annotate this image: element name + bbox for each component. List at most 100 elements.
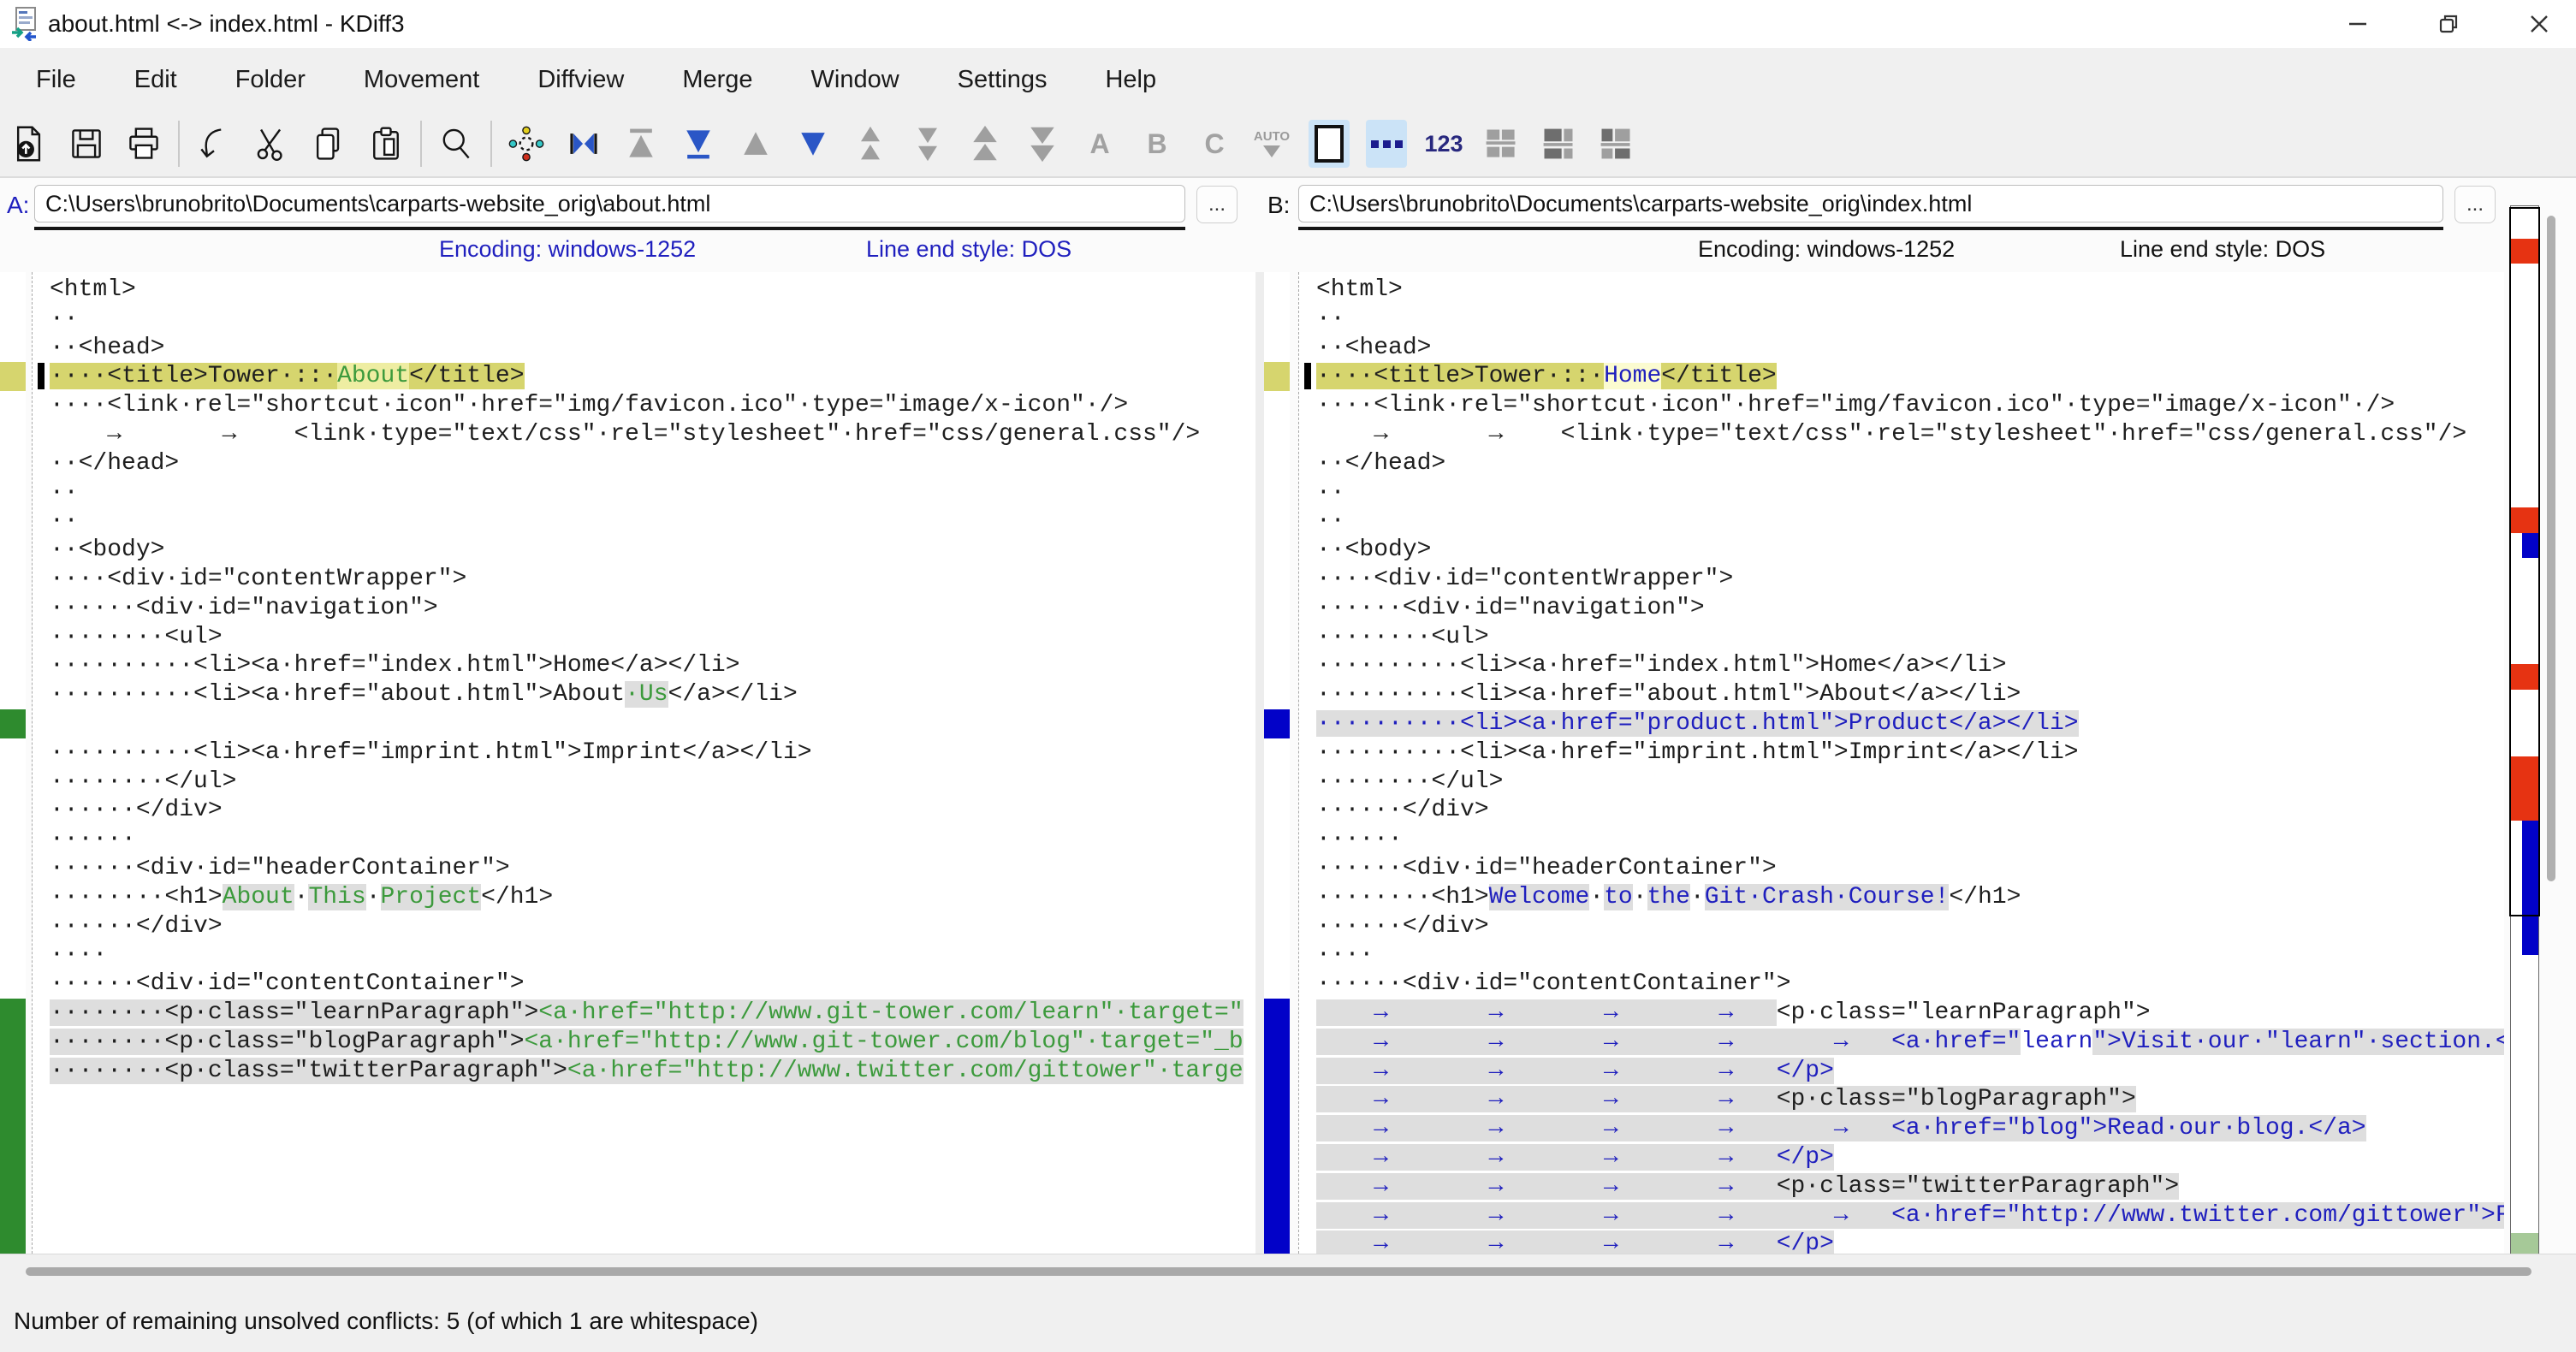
show-whitespace-button[interactable] bbox=[1366, 120, 1407, 168]
goto-next-unsolved-conflict-button[interactable] bbox=[1022, 120, 1063, 168]
pane-a-browse-button[interactable]: ... bbox=[1196, 186, 1238, 223]
code-line: ·· bbox=[33, 507, 1256, 536]
diff-margin-mark-blue bbox=[1264, 999, 1290, 1254]
pane-b-path-input[interactable] bbox=[1298, 185, 2443, 222]
restore-button[interactable] bbox=[2429, 4, 2468, 44]
code-line: ········<h1>About·This·Project</h1> bbox=[33, 883, 1256, 912]
show-whitespace-chars-icon bbox=[1315, 125, 1344, 163]
goto-next-delta-button[interactable] bbox=[792, 120, 834, 168]
goto-prev-conflict-button[interactable] bbox=[850, 120, 891, 168]
code-line: ······<div·id="contentContainer"> bbox=[1299, 970, 2505, 999]
select-line-a-button[interactable]: A bbox=[1079, 120, 1120, 168]
show-line-numbers-button[interactable]: 123 bbox=[1423, 120, 1464, 168]
code-line: ······<div·id="contentContainer"> bbox=[33, 970, 1256, 999]
auto-advance-button[interactable]: AUTO bbox=[1251, 120, 1292, 168]
code-line bbox=[33, 709, 1256, 738]
menu-item-movement[interactable]: Movement bbox=[335, 66, 508, 94]
print-button[interactable] bbox=[123, 120, 164, 168]
save-file-button[interactable] bbox=[66, 120, 107, 168]
goto-next-conflict-icon bbox=[909, 125, 947, 163]
code-line: → → → → → <a·href="http://www.twitter.co… bbox=[1299, 1201, 2505, 1230]
code-line: ·· bbox=[1299, 305, 2505, 334]
code-line: ········<h1>Welcome·to·the·Git·Crash·Cou… bbox=[1299, 883, 2505, 912]
code-line: → → <link·type="text/css"·rel="styleshee… bbox=[1299, 420, 2505, 449]
reload-diff-button[interactable] bbox=[506, 120, 547, 168]
code-line: → → → → → <a·href="learn">Visit·our·"lea… bbox=[1299, 1028, 2505, 1057]
find-button[interactable] bbox=[436, 120, 477, 168]
menu-item-folder[interactable]: Folder bbox=[206, 66, 335, 94]
pane-b-diff-margin bbox=[1264, 272, 1290, 1254]
diff-margin-mark-blue bbox=[1264, 709, 1290, 738]
code-line: <html> bbox=[33, 276, 1256, 305]
pane-a-line-end-style: Line end style: DOS bbox=[866, 236, 1071, 263]
undo-button[interactable] bbox=[193, 120, 234, 168]
pane-splitter[interactable] bbox=[1255, 272, 1264, 1254]
split-view-2-button[interactable] bbox=[1538, 120, 1579, 168]
pane-a-encoding: Encoding: windows-1252 bbox=[439, 236, 696, 263]
select-line-b-button[interactable]: B bbox=[1137, 120, 1178, 168]
save-file-icon bbox=[68, 125, 105, 163]
copy-button[interactable] bbox=[308, 120, 349, 168]
minimize-button[interactable] bbox=[2338, 4, 2377, 44]
select-line-c-button[interactable]: C bbox=[1194, 120, 1235, 168]
diff-margin-mark-yellow bbox=[0, 362, 26, 391]
open-file-button[interactable] bbox=[9, 120, 50, 168]
code-line: ··</head> bbox=[33, 449, 1256, 478]
show-whitespace-chars-button[interactable] bbox=[1309, 120, 1350, 168]
goto-prev-delta-button[interactable] bbox=[735, 120, 776, 168]
menu-item-file[interactable]: File bbox=[7, 66, 105, 94]
pane-a-header: A: ... Encoding: windows-1252 Line end s… bbox=[0, 180, 1255, 272]
text-cursor bbox=[38, 363, 45, 389]
menu-item-window[interactable]: Window bbox=[782, 66, 929, 94]
pane-a-path-input[interactable] bbox=[34, 185, 1185, 222]
menu-item-merge[interactable]: Merge bbox=[653, 66, 781, 94]
status-text: Number of remaining unsolved conflicts: … bbox=[14, 1308, 758, 1335]
pane-a-code-area[interactable]: <html>····<head>····<title>Tower·::·Abou… bbox=[32, 272, 1256, 1254]
goto-prev-unsolved-conflict-button[interactable] bbox=[965, 120, 1006, 168]
toolbar-separator bbox=[490, 121, 492, 167]
code-line: ···· bbox=[33, 940, 1256, 970]
overview-block-green bbox=[2511, 1233, 2538, 1254]
bottom-bar: Number of remaining unsolved conflicts: … bbox=[0, 1254, 2576, 1352]
code-line: ······ bbox=[33, 825, 1256, 854]
goto-prev-unsolved-conflict-icon bbox=[966, 125, 1004, 163]
cut-button[interactable] bbox=[251, 120, 292, 168]
code-line: ········</ul> bbox=[1299, 768, 2505, 797]
goto-next-conflict-button[interactable] bbox=[907, 120, 948, 168]
code-line: → → → → <p·class="learnParagraph"> bbox=[1299, 999, 2505, 1028]
code-line: ··<body> bbox=[1299, 536, 2505, 565]
window-controls bbox=[2338, 0, 2559, 48]
goto-current-delta-button[interactable] bbox=[563, 120, 604, 168]
restore-icon bbox=[2437, 13, 2460, 35]
toolbar: ABC AUTO 123 bbox=[0, 111, 2576, 178]
code-line: ········<ul> bbox=[1299, 623, 2505, 652]
window-title: about.html <-> index.html - KDiff3 bbox=[48, 10, 405, 38]
menu-item-edit[interactable]: Edit bbox=[105, 66, 206, 94]
split-view-1-button[interactable] bbox=[1481, 120, 1522, 168]
split-view-3-button[interactable] bbox=[1595, 120, 1636, 168]
reload-diff-icon bbox=[507, 125, 545, 163]
code-line: ·· bbox=[33, 305, 1256, 334]
vertical-scrollbar[interactable] bbox=[2547, 216, 2555, 881]
code-line: ··········<li><a·href="imprint.html">Imp… bbox=[1299, 738, 2505, 768]
menu-item-help[interactable]: Help bbox=[1076, 66, 1185, 94]
pane-a-label: A: bbox=[7, 192, 29, 219]
split-view-3-icon bbox=[1597, 125, 1635, 163]
menu-item-settings[interactable]: Settings bbox=[929, 66, 1077, 94]
horizontal-scrollbar[interactable] bbox=[26, 1267, 2531, 1276]
paste-button[interactable] bbox=[365, 120, 407, 168]
close-button[interactable] bbox=[2520, 4, 2559, 44]
pane-a-underline bbox=[34, 227, 1185, 230]
pane-b-browse-button[interactable]: ... bbox=[2454, 186, 2496, 223]
pane-b-code-area[interactable]: <html>····<head>····<title>Tower·::·Home… bbox=[1298, 272, 2505, 1254]
code-line: ······<div·id="navigation"> bbox=[33, 594, 1256, 623]
goto-last-delta-button[interactable] bbox=[678, 120, 719, 168]
code-line: ······<div·id="headerContainer"> bbox=[1299, 854, 2505, 883]
goto-first-delta-icon bbox=[622, 125, 660, 163]
menu-item-diffview[interactable]: Diffview bbox=[508, 66, 653, 94]
split-view-2-icon bbox=[1540, 125, 1577, 163]
code-line: ······<div·id="navigation"> bbox=[1299, 594, 2505, 623]
code-line: ··········<li><a·href="index.html">Home<… bbox=[33, 651, 1256, 680]
open-file-icon bbox=[10, 125, 48, 163]
goto-first-delta-button[interactable] bbox=[620, 120, 662, 168]
